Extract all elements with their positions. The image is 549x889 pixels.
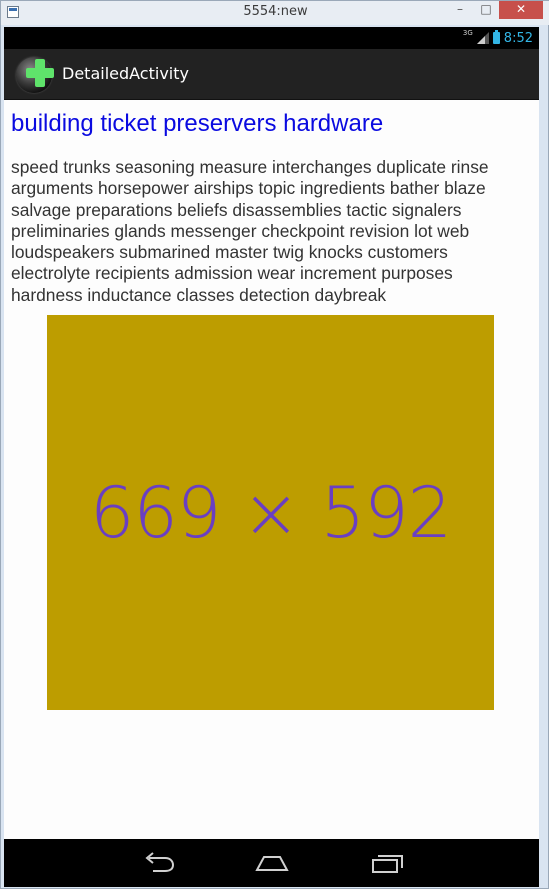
app-logo-icon[interactable] <box>16 57 54 93</box>
placeholder-image: 669 × 592 <box>47 315 494 710</box>
detail-content: building ticket preservers hardware spee… <box>4 100 539 838</box>
navigation-bar <box>4 839 539 887</box>
detail-headline: building ticket preservers hardware <box>11 110 384 137</box>
window-titlebar[interactable]: 5554:new – □ ✕ <box>1 1 549 25</box>
status-bar: 3G 8:52 <box>4 27 539 49</box>
detail-body-text: speed trunks seasoning measure interchan… <box>11 157 489 305</box>
emulator-window: 5554:new – □ ✕ 3G 8:52 DetailedActivity … <box>0 0 549 889</box>
home-icon[interactable] <box>252 849 292 877</box>
battery-icon <box>492 30 500 44</box>
minimize-button[interactable]: – <box>447 1 473 19</box>
status-time: 8:52 <box>503 30 533 46</box>
action-bar: DetailedActivity <box>4 49 539 100</box>
device-screen: 3G 8:52 DetailedActivity building ticket… <box>4 27 539 887</box>
activity-title: DetailedActivity <box>62 64 189 83</box>
network-type-label: 3G <box>462 29 473 37</box>
signal-icon <box>476 32 489 44</box>
image-dimensions-label: 669 × 592 <box>89 471 452 554</box>
back-icon[interactable] <box>139 849 179 877</box>
status-icons: 3G 8:52 <box>463 29 533 47</box>
close-button[interactable]: ✕ <box>499 1 543 19</box>
recent-apps-icon[interactable] <box>367 849 407 877</box>
maximize-button[interactable]: □ <box>473 1 499 19</box>
plus-icon <box>26 59 54 87</box>
